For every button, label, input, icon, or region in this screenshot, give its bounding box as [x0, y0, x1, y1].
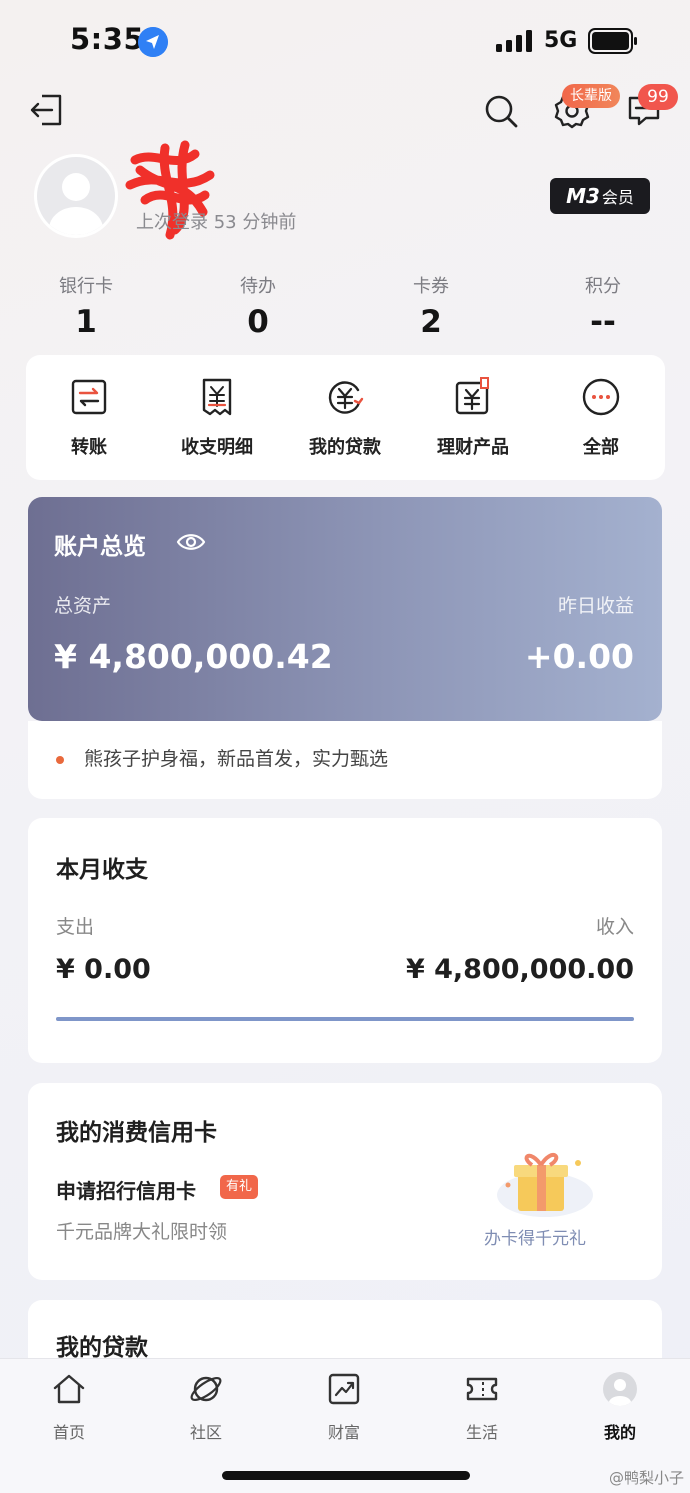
tab-home[interactable]: 首页 [29, 1371, 109, 1443]
credit-card-subtitle: 千元品牌大礼限时领 [56, 1221, 228, 1243]
yesterday-earnings-value: +0.00 [524, 637, 634, 676]
tab-label: 生活 [465, 1423, 498, 1442]
income-expense-ratio-bar [56, 1017, 634, 1021]
message-count-badge: 99 [638, 84, 678, 110]
monthly-income-expense-card[interactable]: 本月收支 支出 ¥ 0.00 收入 ¥ 4,800,000.00 [28, 818, 662, 1063]
income-label: 收入 [595, 916, 634, 938]
transfer-icon [71, 379, 107, 415]
tab-mine[interactable]: 我的 [580, 1371, 660, 1443]
account-overview-panel[interactable]: 账户总览 总资产 ¥ 4,800,000.42 昨日收益 +0.00 [28, 497, 662, 721]
tab-wealth[interactable]: 财富 [304, 1371, 384, 1443]
stat-todo[interactable]: 待办 0 [203, 272, 313, 340]
home-icon [53, 1374, 85, 1404]
tab-label: 社区 [189, 1423, 222, 1442]
chart-icon [328, 1373, 360, 1405]
credit-card-section[interactable]: 我的消费信用卡 申请招行信用卡 有礼 千元品牌大礼限时领 办卡得千元礼 [28, 1083, 662, 1280]
watermark-text: @鸭梨小子 [608, 1469, 684, 1487]
member-level: M3 [566, 184, 600, 208]
shortcut-label: 全部 [583, 437, 619, 458]
more-icon [582, 378, 620, 416]
battery-icon [588, 28, 637, 54]
stat-value: 1 [75, 304, 97, 340]
loan-icon [328, 381, 364, 414]
stat-label: 银行卡 [59, 276, 113, 297]
planet-icon [190, 1376, 222, 1402]
location-arrow-icon [138, 27, 168, 57]
stat-value: 2 [420, 304, 442, 340]
eye-icon[interactable] [176, 531, 206, 553]
shortcut-my-loans[interactable]: 我的贷款 [285, 377, 405, 459]
status-time: 5:35 [70, 22, 145, 56]
ticket-icon [466, 1377, 498, 1401]
home-indicator [222, 1471, 470, 1480]
network-type: 5G [544, 28, 578, 53]
stat-value: 0 [247, 304, 269, 340]
stat-points[interactable]: 积分 -- [548, 272, 658, 340]
avatar[interactable] [34, 154, 118, 238]
elder-mode-badge[interactable]: 长辈版 [562, 84, 620, 108]
stat-coupons[interactable]: 卡券 2 [376, 272, 486, 340]
promo-text: 熊孩子护身福，新品首发，实力甄选 [84, 748, 389, 770]
shortcut-label: 收支明细 [181, 437, 253, 458]
stat-label: 卡券 [413, 276, 449, 297]
shortcut-card: 转账 收支明细 我的贷款 理财产品 全部 [26, 355, 665, 480]
total-assets-label: 总资产 [54, 595, 112, 617]
expense-value: ¥ 0.00 [56, 954, 151, 985]
shortcut-transfer[interactable]: 转账 [29, 377, 149, 459]
monthly-title: 本月收支 [56, 857, 148, 883]
income-value: ¥ 4,800,000.00 [405, 954, 634, 985]
default-avatar-icon [49, 173, 103, 235]
gift-badge: 有礼 [220, 1175, 259, 1199]
loans-title: 我的贷款 [56, 1335, 148, 1361]
wealth-icon [455, 377, 489, 415]
tab-label: 财富 [327, 1423, 360, 1442]
apply-credit-card-link[interactable]: 申请招行信用卡 [56, 1175, 196, 1204]
expense-label: 支出 [56, 916, 95, 938]
tab-label: 我的 [603, 1423, 636, 1442]
search-icon[interactable] [482, 92, 520, 130]
shortcut-label: 我的贷款 [309, 437, 381, 458]
shortcut-bill-details[interactable]: 收支明细 [157, 377, 277, 459]
credit-card-title: 我的消费信用卡 [56, 1120, 217, 1146]
gift-box-icon[interactable] [490, 1135, 600, 1225]
logout-icon[interactable] [28, 92, 64, 128]
tab-life[interactable]: 生活 [442, 1371, 522, 1443]
total-assets-value: ¥ 4,800,000.42 [54, 637, 333, 676]
tab-community[interactable]: 社区 [166, 1371, 246, 1443]
shortcut-wealth-products[interactable]: 理财产品 [413, 377, 533, 459]
shortcut-all[interactable]: 全部 [541, 377, 661, 459]
promo-dot [56, 756, 64, 764]
yesterday-earnings-label: 昨日收益 [557, 595, 634, 617]
shortcut-label: 理财产品 [437, 437, 509, 458]
tab-label: 首页 [52, 1423, 85, 1442]
overview-title: 账户总览 [54, 534, 146, 560]
last-login-time: 上次登录 53 分钟前 [136, 212, 297, 233]
account-overview-section: 账户总览 总资产 ¥ 4,800,000.42 昨日收益 +0.00 熊孩子护身… [28, 497, 662, 799]
shortcut-label: 转账 [71, 437, 107, 458]
income-ratio-fill [56, 1017, 634, 1021]
stat-value: -- [590, 304, 616, 340]
stat-label: 积分 [585, 276, 621, 297]
stat-bank-cards[interactable]: 银行卡 1 [31, 272, 141, 340]
cellular-signal-icon [496, 30, 532, 52]
avatar-icon [603, 1372, 637, 1407]
stat-label: 待办 [240, 276, 276, 297]
gift-caption[interactable]: 办卡得千元礼 [484, 1224, 586, 1249]
bill-icon [202, 378, 232, 416]
member-suffix: 会员 [601, 188, 634, 207]
member-level-badge[interactable]: M3 会员 [550, 178, 650, 214]
